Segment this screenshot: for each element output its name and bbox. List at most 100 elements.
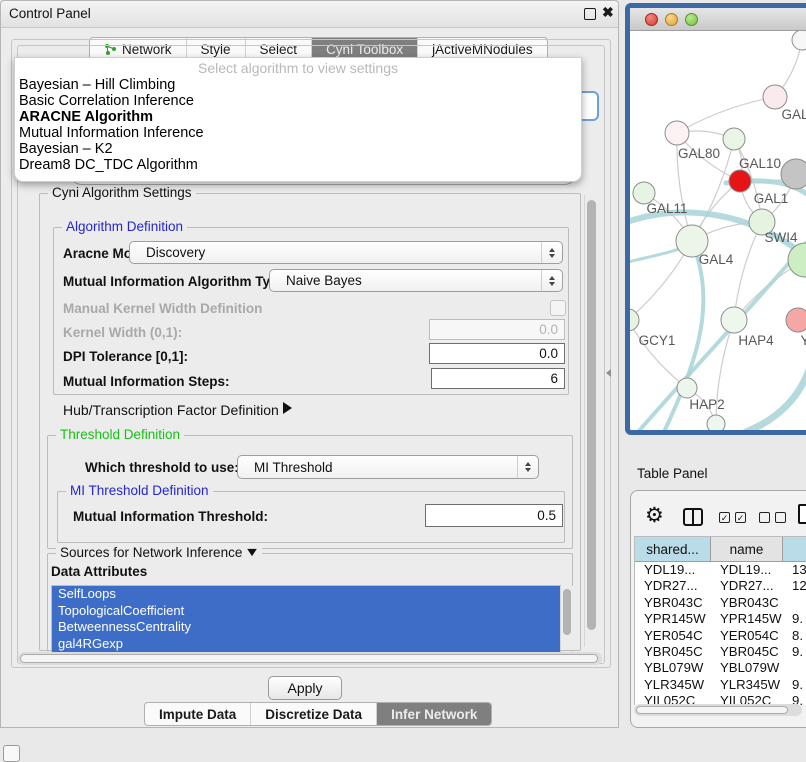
tab-label: Discretize Data — [265, 707, 362, 722]
table-row[interactable]: YDR27...YDR27...12 — [635, 578, 806, 594]
settings-scrollbar-horizontal[interactable] — [18, 652, 602, 665]
table-row[interactable]: YBR043CYBR043C — [635, 595, 806, 611]
tab-label: Infer Network — [391, 707, 477, 722]
column-header[interactable] — [783, 537, 806, 561]
network-node[interactable] — [786, 308, 806, 332]
network-view-window: GALGAL80GAL10GAL1GAL11SWI4GAL4GCY1HAP4YH… — [625, 3, 806, 435]
stepper-arrows-icon — [517, 456, 538, 478]
algorithm-dropdown-popup: Select algorithm to view settings Bayesi… — [14, 57, 582, 182]
table-row[interactable]: YLR345WYLR345W9. — [635, 677, 806, 693]
column-header[interactable]: name — [711, 537, 783, 561]
table-row[interactable]: YBR045CYBR045C9. — [635, 644, 806, 660]
attribute-list-scrollbar[interactable] — [560, 586, 573, 650]
dropdown-item[interactable]: Dream8 DC_TDC Algorithm — [15, 157, 581, 173]
network-edge[interactable] — [630, 320, 687, 388]
column-layout-icon[interactable] — [683, 508, 703, 526]
column-header[interactable]: shared... — [635, 537, 711, 561]
table-cell: 9. — [783, 693, 806, 704]
zoom-traffic-light-icon[interactable] — [685, 13, 698, 26]
network-node[interactable] — [781, 159, 806, 189]
close-traffic-light-icon[interactable] — [645, 13, 658, 26]
table-cell: YER054C — [711, 628, 783, 644]
mi-algorithm-type-combo[interactable]: Naive Bayes — [269, 269, 563, 292]
expand-triangle-icon[interactable] — [283, 402, 292, 414]
network-node[interactable] — [665, 121, 689, 145]
desktop: Control Panel ✖ NetworkStyleSelectCyni T… — [0, 0, 806, 762]
float-window-icon[interactable] — [584, 8, 596, 20]
data-attribute-item[interactable]: BetweennessCentrality — [52, 619, 560, 636]
collapse-triangle-icon[interactable] — [248, 549, 258, 556]
close-icon[interactable]: ✖ — [602, 4, 614, 21]
checkbox-unchecked-pair-icon[interactable] — [759, 512, 786, 523]
algorithm-definition-title: Algorithm Definition — [62, 219, 187, 234]
dropdown-item[interactable]: Mutual Information Inference — [15, 125, 581, 141]
table-cell: YER054C — [635, 628, 711, 644]
which-threshold-value: MI Threshold — [238, 460, 517, 475]
network-node[interactable] — [721, 307, 747, 333]
data-attribute-item[interactable]: SelfLoops — [52, 586, 560, 603]
dropdown-item[interactable]: Basic Correlation Inference — [15, 93, 581, 109]
dropdown-item[interactable]: Bayesian – Hill Climbing — [15, 77, 581, 93]
table-cell: YPR145W — [635, 611, 711, 627]
table-cell: YDL19... — [635, 562, 711, 578]
network-edge-highlighted[interactable] — [746, 367, 806, 430]
mi-steps-field[interactable]: 6 — [431, 368, 565, 389]
network-node[interactable] — [677, 378, 697, 398]
control-panel-title: Control Panel — [9, 6, 91, 21]
kernel-width-field[interactable]: 0.0 — [429, 319, 565, 340]
checkbox-checked-pair-icon[interactable]: ✓✓ — [719, 512, 746, 523]
mi-threshold-definition-title: MI Threshold Definition — [66, 483, 213, 498]
node-label: GAL10 — [739, 156, 781, 171]
manual-kernel-width-label: Manual Kernel Width Definition — [63, 301, 262, 316]
page-icon[interactable] — [798, 504, 806, 524]
settings-scrollbar-vertical[interactable] — [584, 195, 599, 647]
table-row[interactable]: YPR145WYPR145W9. — [635, 611, 806, 627]
data-attribute-item[interactable]: TopologicalCoefficient — [52, 603, 560, 620]
data-attribute-item[interactable]: gal4RGexp — [52, 636, 560, 653]
table-row[interactable]: YIL052CYIL052C9. — [635, 693, 806, 704]
manual-kernel-width-checkbox[interactable] — [550, 300, 566, 316]
network-node[interactable] — [630, 309, 639, 331]
tab-infer-network[interactable]: Infer Network — [377, 703, 491, 725]
table-cell: YLR345W — [711, 677, 783, 693]
minimize-traffic-light-icon[interactable] — [665, 13, 678, 26]
node-label: GCY1 — [639, 333, 676, 348]
table-row[interactable]: YDL19...YDL19...13 — [635, 562, 806, 578]
data-attributes-label: Data Attributes — [51, 564, 147, 579]
network-edge-highlighted[interactable] — [630, 247, 684, 263]
dropdown-item[interactable]: Bayesian – K2 — [15, 141, 581, 157]
network-node[interactable] — [763, 85, 787, 109]
network-node[interactable] — [792, 31, 806, 50]
network-canvas[interactable]: GALGAL80GAL10GAL1GAL11SWI4GAL4GCY1HAP4YH… — [630, 31, 806, 430]
which-threshold-combo[interactable]: MI Threshold — [237, 455, 539, 479]
settings-gear-icon[interactable]: ⚙ — [645, 503, 664, 528]
table-cell: 9. — [783, 611, 806, 627]
table-row[interactable]: YBL079WYBL079W — [635, 660, 806, 676]
threshold-definition-title: Threshold Definition — [56, 427, 184, 442]
network-edge[interactable] — [734, 222, 762, 320]
mi-threshold-field[interactable]: 0.5 — [425, 504, 563, 527]
tab-label: Impute Data — [159, 707, 236, 722]
network-node[interactable] — [723, 128, 745, 150]
apply-button-label: Apply — [287, 680, 322, 696]
splitpane-collapse-icon[interactable] — [606, 369, 611, 377]
apply-button[interactable]: Apply — [268, 676, 342, 700]
tab-impute-data[interactable]: Impute Data — [145, 703, 251, 725]
table-cell: YDR27... — [711, 578, 783, 594]
network-edge[interactable] — [677, 97, 775, 133]
dpi-tolerance-value: 0.0 — [539, 346, 558, 361]
minimized-panel-icon[interactable] — [3, 745, 20, 762]
table-row[interactable]: YER054CYER054C8. — [635, 628, 806, 644]
node-label: SWI4 — [764, 230, 797, 245]
hub-definition-label: Hub/Transcription Factor Definition — [63, 402, 279, 418]
table-cell: YBL079W — [635, 660, 711, 676]
network-node[interactable] — [707, 415, 725, 430]
tab-discretize-data[interactable]: Discretize Data — [251, 703, 377, 725]
network-node[interactable] — [729, 170, 751, 192]
table-cell: YBR043C — [635, 595, 711, 611]
aracne-mode-combo[interactable]: Discovery — [129, 241, 563, 264]
dpi-tolerance-field[interactable]: 0.0 — [429, 343, 565, 364]
node-label: GAL — [781, 107, 806, 122]
dropdown-item[interactable]: ARACNE Algorithm — [15, 109, 581, 125]
table-scrollbar-horizontal[interactable] — [634, 704, 802, 716]
